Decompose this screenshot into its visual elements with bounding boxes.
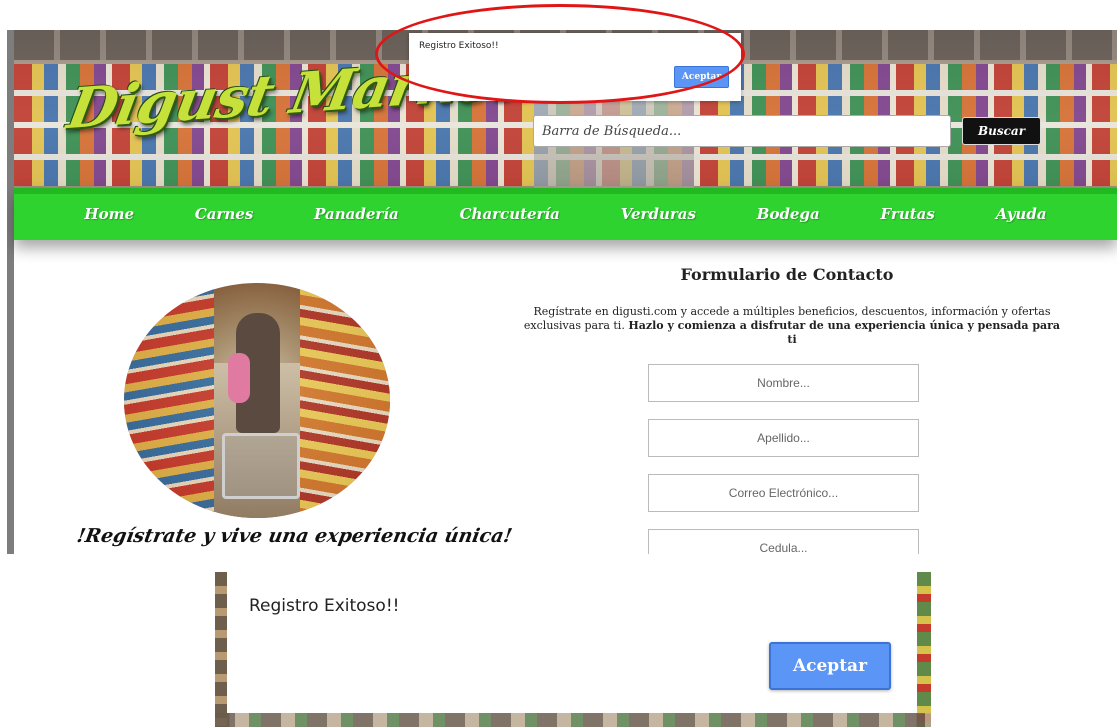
zoomed-alert: Registro Exitoso!! Aceptar bbox=[215, 572, 931, 727]
nav-item-home[interactable]: Home bbox=[84, 205, 134, 223]
nav-item-carnes[interactable]: Carnes bbox=[195, 205, 253, 223]
register-tagline: !Regístrate y vive una experiencia única… bbox=[75, 525, 514, 547]
nav-item-charcuteria[interactable]: Charcutería bbox=[460, 205, 560, 223]
zoomed-alert-dialog: Registro Exitoso!! Aceptar bbox=[227, 572, 917, 713]
form-description-bold: Hazlo y comienza a disfrutar de una expe… bbox=[628, 319, 1061, 346]
cedula-field[interactable] bbox=[648, 529, 919, 554]
nav-item-frutas[interactable]: Frutas bbox=[881, 205, 935, 223]
correo-field[interactable] bbox=[648, 474, 919, 512]
shopping-photo bbox=[124, 283, 390, 518]
nav-item-panaderia[interactable]: Panadería bbox=[314, 205, 399, 223]
alert-message: Registro Exitoso!! bbox=[419, 41, 499, 51]
form-description: Regístrate en digusti.com y accede a múl… bbox=[522, 305, 1062, 347]
zoomed-alert-accept-button[interactable]: Aceptar bbox=[769, 642, 891, 690]
alert-accept-button[interactable]: Aceptar bbox=[674, 66, 729, 88]
apellido-field[interactable] bbox=[648, 419, 919, 457]
search-button[interactable]: Buscar bbox=[962, 117, 1041, 145]
shopping-cart-icon bbox=[222, 433, 300, 499]
nav-item-ayuda[interactable]: Ayuda bbox=[996, 205, 1047, 223]
nav-item-verduras[interactable]: Verduras bbox=[621, 205, 696, 223]
nombre-field[interactable] bbox=[648, 364, 919, 402]
zoomed-alert-message: Registro Exitoso!! bbox=[249, 596, 400, 616]
main-page: Digust Market! Buscar Home Carnes Panade… bbox=[7, 30, 1117, 554]
main-nav: Home Carnes Panadería Charcutería Verdur… bbox=[14, 188, 1117, 240]
form-title: Formulario de Contacto bbox=[680, 265, 894, 284]
nav-item-bodega[interactable]: Bodega bbox=[757, 205, 820, 223]
left-border bbox=[7, 30, 14, 554]
alert-dialog: Registro Exitoso!! Aceptar bbox=[409, 33, 741, 101]
search-input[interactable] bbox=[533, 115, 951, 147]
